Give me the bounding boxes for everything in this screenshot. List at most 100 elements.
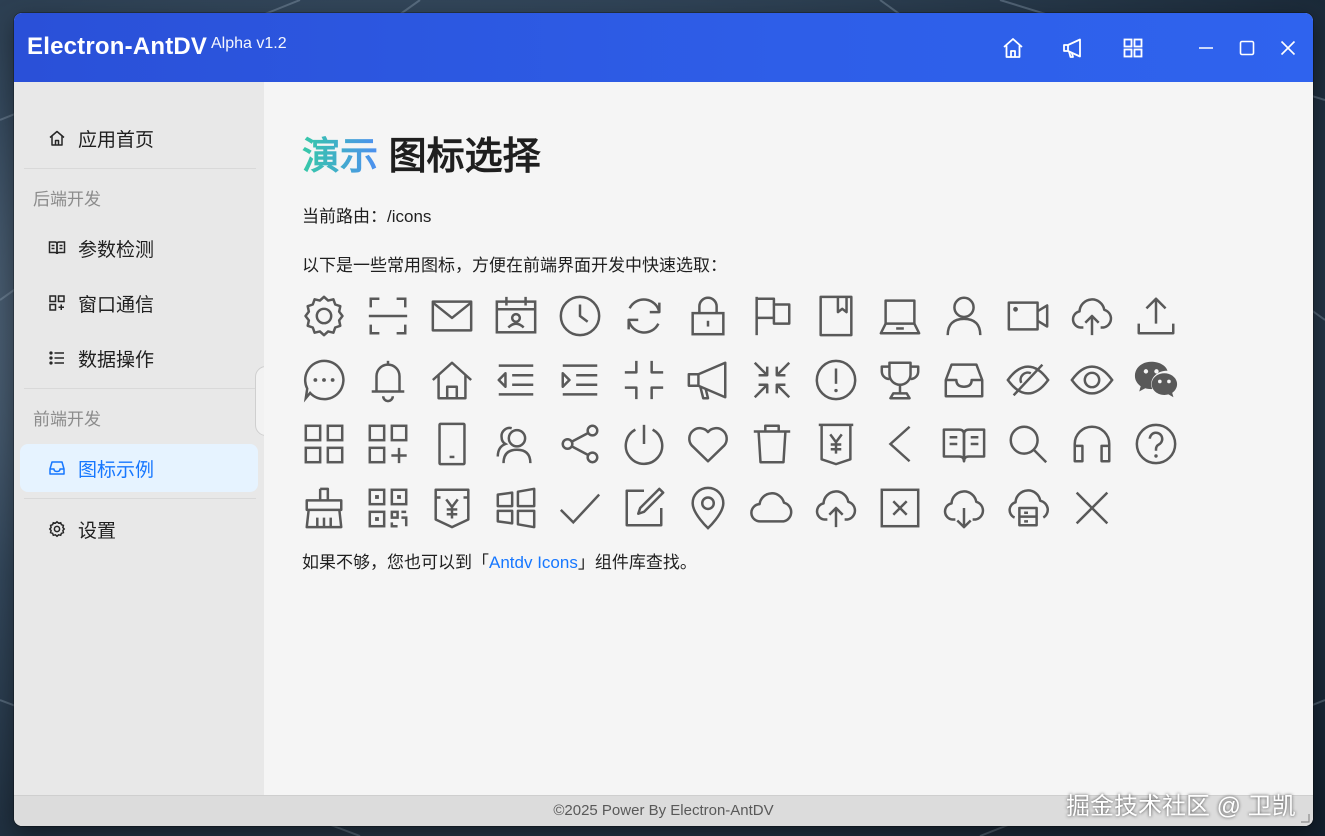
home-icon xyxy=(1003,38,1023,58)
mail-icon[interactable] xyxy=(428,292,476,340)
main-content: 演示 图标选择 当前路由：/icons 以下是一些常用图标，方便在前端界面开发中… xyxy=(264,82,1313,796)
sidebar-item-home[interactable]: 应用首页 xyxy=(20,114,258,162)
windows-icon[interactable] xyxy=(492,484,540,532)
bell-icon[interactable] xyxy=(364,356,412,404)
flag-icon[interactable] xyxy=(748,292,796,340)
inbox-icon[interactable] xyxy=(940,356,988,404)
sidebar-item-label: 窗口通信 xyxy=(78,294,155,316)
watermark: 掘金技术社区 @ 卫凯 xyxy=(1066,793,1296,820)
unordered-list-icon xyxy=(48,349,66,367)
upload-icon[interactable] xyxy=(1132,292,1180,340)
notification-icon xyxy=(1063,38,1081,58)
close-square-icon[interactable] xyxy=(876,484,924,532)
menu-fold-icon[interactable] xyxy=(492,356,540,404)
close-icon[interactable] xyxy=(1068,484,1116,532)
question-circle-icon[interactable] xyxy=(1132,420,1180,468)
notification-button[interactable] xyxy=(1058,33,1088,63)
qrcode-icon[interactable] xyxy=(364,484,412,532)
sidebar-item-label: 图标示例 xyxy=(78,459,155,481)
cloud-icon[interactable] xyxy=(748,484,796,532)
home-icon[interactable] xyxy=(428,356,476,404)
message-icon[interactable] xyxy=(300,356,348,404)
sync-icon[interactable] xyxy=(620,292,668,340)
sidebar-item-icon-examples[interactable]: 图标示例 xyxy=(20,444,258,492)
trophy-icon[interactable] xyxy=(876,356,924,404)
divider xyxy=(24,168,256,169)
eye-invisible-icon[interactable] xyxy=(1004,356,1052,404)
footer-prefix: 如果不够，您也可以到「 xyxy=(302,553,489,572)
environment-icon[interactable] xyxy=(684,484,732,532)
heart-icon[interactable] xyxy=(684,420,732,468)
laptop-icon[interactable] xyxy=(876,292,924,340)
notification-icon[interactable] xyxy=(684,356,732,404)
maximize-icon xyxy=(1239,40,1255,56)
cloud-upload-icon[interactable] xyxy=(1068,292,1116,340)
video-camera-icon[interactable] xyxy=(1004,292,1052,340)
cloud-server-icon[interactable] xyxy=(1004,484,1052,532)
cloud-download-icon[interactable] xyxy=(940,484,988,532)
antdv-icons-link[interactable]: Antdv Icons xyxy=(489,553,578,572)
team-icon[interactable] xyxy=(492,420,540,468)
book-icon[interactable] xyxy=(812,292,860,340)
sidebar-item-label: 应用首页 xyxy=(78,129,155,151)
setting-icon xyxy=(48,520,66,538)
app-title: Electron-AntDV xyxy=(27,33,208,60)
appstore-icon[interactable] xyxy=(300,420,348,468)
pay-circle-icon[interactable] xyxy=(428,484,476,532)
app-version: Alpha v1.2 xyxy=(211,35,287,52)
resize-grip-icon[interactable] xyxy=(1300,813,1310,823)
sidebar-item-data-ops[interactable]: 数据操作 xyxy=(20,334,258,382)
title-bar[interactable]: Electron-AntDV Alpha v1.2 xyxy=(14,13,1313,82)
scan-icon[interactable] xyxy=(364,292,412,340)
wechat-icon[interactable] xyxy=(1132,356,1180,404)
close-button[interactable] xyxy=(1276,36,1300,60)
home-icon xyxy=(48,129,66,147)
mobile-icon[interactable] xyxy=(428,420,476,468)
poweroff-icon[interactable] xyxy=(620,420,668,468)
clear-icon[interactable] xyxy=(300,484,348,532)
page-title-accent: 演示 xyxy=(302,136,379,178)
menu-unfold-icon[interactable] xyxy=(556,356,604,404)
money-collect-icon[interactable] xyxy=(812,420,860,468)
search-icon[interactable] xyxy=(1004,420,1052,468)
share-icon[interactable] xyxy=(556,420,604,468)
minimize-button[interactable] xyxy=(1194,36,1218,60)
sidebar-item-window-comm[interactable]: 窗口通信 xyxy=(20,279,258,327)
sidebar-item-label: 设置 xyxy=(78,520,117,542)
nav-group-frontend: 前端开发 xyxy=(33,410,101,429)
copyright-text: ©2025 Power By Electron-AntDV xyxy=(553,802,774,819)
delete-icon[interactable] xyxy=(748,420,796,468)
compress-icon[interactable] xyxy=(620,356,668,404)
read-icon[interactable] xyxy=(940,420,988,468)
sidebar-item-param-check[interactable]: 参数检测 xyxy=(20,224,258,272)
user-icon[interactable] xyxy=(940,292,988,340)
footer-suffix: 」组件库查找。 xyxy=(577,553,697,572)
schedule-icon[interactable] xyxy=(492,292,540,340)
sidebar-item-settings[interactable]: 设置 xyxy=(20,505,258,553)
maximize-button[interactable] xyxy=(1235,36,1259,60)
lock-icon[interactable] xyxy=(684,292,732,340)
appstore-add-icon xyxy=(48,294,66,312)
check-icon[interactable] xyxy=(556,484,604,532)
left-icon[interactable] xyxy=(876,420,924,468)
sidebar: 应用首页 后端开发 参数检测 窗口通信 数据操作 前端开发 图标示例 设置 xyxy=(14,82,264,796)
intro-text: 以下是一些常用图标，方便在前端界面开发中快速选取： xyxy=(302,256,727,275)
app-window: Electron-AntDV Alpha v1.2 应用首页 后端开发 参数检测… xyxy=(14,13,1313,826)
current-route: 当前路由：/icons xyxy=(302,207,432,226)
read-icon xyxy=(48,239,66,257)
customer-service-icon[interactable] xyxy=(1068,420,1116,468)
appstore-button[interactable] xyxy=(1118,33,1148,63)
setting-icon[interactable] xyxy=(300,292,348,340)
shrink-icon[interactable] xyxy=(748,356,796,404)
page-title: 演示 图标选择 xyxy=(302,125,541,180)
exclamation-circle-icon[interactable] xyxy=(812,356,860,404)
sidebar-item-label: 参数检测 xyxy=(78,239,155,261)
minimize-icon xyxy=(1199,47,1213,49)
clock-icon[interactable] xyxy=(556,292,604,340)
appstore-add-icon[interactable] xyxy=(364,420,412,468)
cloud-upload-icon[interactable] xyxy=(812,484,860,532)
form-icon[interactable] xyxy=(620,484,668,532)
home-button[interactable] xyxy=(998,33,1028,63)
eye-icon[interactable] xyxy=(1068,356,1116,404)
sidebar-item-label: 数据操作 xyxy=(78,349,155,371)
